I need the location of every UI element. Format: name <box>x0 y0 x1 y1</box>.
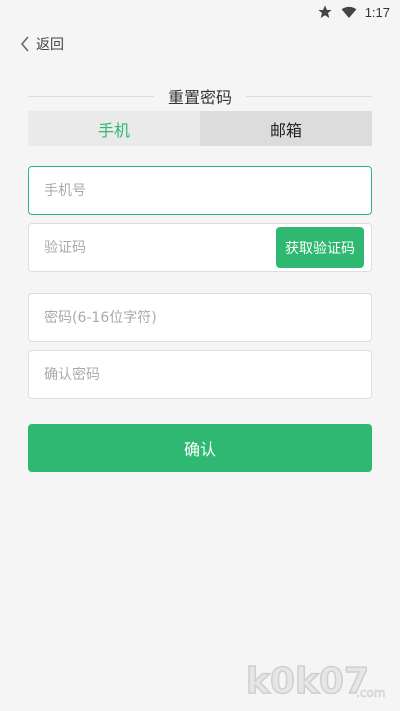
password-input[interactable] <box>29 294 371 341</box>
phone-field <box>28 166 372 215</box>
password-field <box>28 293 372 342</box>
verification-code-input[interactable] <box>29 224 276 271</box>
confirm-password-input[interactable] <box>29 351 371 398</box>
status-bar: 1:17 <box>0 0 400 24</box>
get-code-button[interactable]: 获取验证码 <box>276 227 364 268</box>
wifi-icon <box>341 6 357 18</box>
watermark-logo: k0k07 .com <box>245 660 386 703</box>
page-title: 重置密码 <box>168 88 233 107</box>
status-time: 1:17 <box>364 4 390 20</box>
star-icon <box>318 5 332 18</box>
reset-method-tabs: 手机 邮箱 <box>28 111 372 146</box>
chevron-left-icon <box>21 36 29 52</box>
code-field: 获取验证码 <box>28 223 372 272</box>
watermark-dotcom: .com <box>356 686 385 700</box>
phone-input[interactable] <box>29 167 371 214</box>
back-button[interactable]: 返回 <box>20 34 64 54</box>
back-label: 返回 <box>36 37 64 53</box>
page-title-row: 重置密码 <box>28 84 373 108</box>
divider-right <box>246 95 373 97</box>
divider-left <box>28 95 154 97</box>
watermark-k0k07: k0k07 <box>246 661 369 702</box>
tab-email[interactable]: 邮箱 <box>200 111 372 146</box>
confirm-password-field <box>28 350 372 399</box>
confirm-button[interactable]: 确认 <box>28 424 372 472</box>
tab-phone[interactable]: 手机 <box>28 111 200 146</box>
